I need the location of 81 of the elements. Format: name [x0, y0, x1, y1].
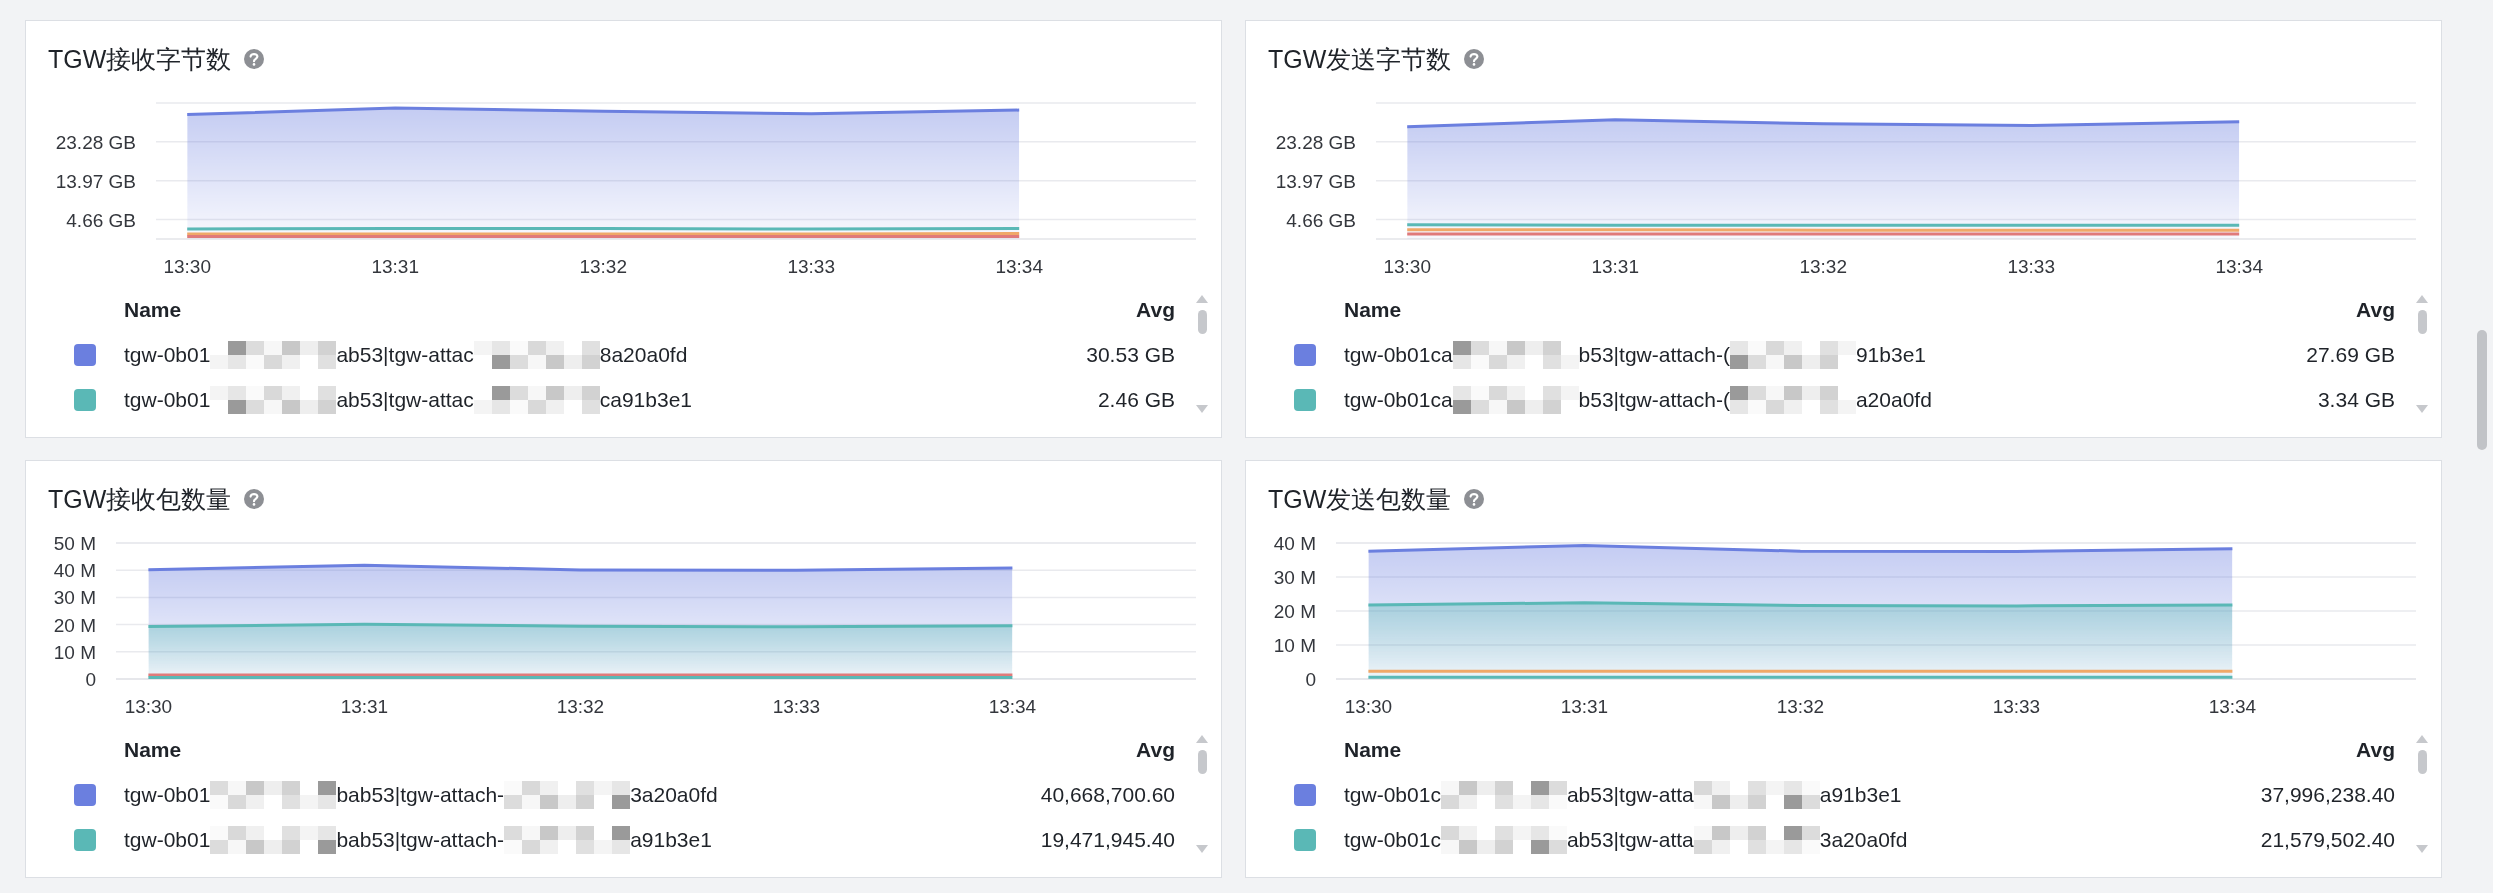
y-axis-label: 20 M: [53, 614, 96, 636]
y-axis-label: 30 M: [1273, 567, 1316, 588]
panel-title: TGW发送字节数: [1268, 43, 1452, 75]
x-axis-label: 13:34: [995, 256, 1043, 277]
x-axis-label: 13:34: [2215, 256, 2263, 277]
avg-value: 19,471,945.40: [1040, 827, 1175, 852]
x-axis-label: 13:30: [1383, 256, 1431, 277]
avg-value: 37,996,238.40: [2260, 782, 2395, 807]
x-axis-label: 13:32: [556, 696, 605, 717]
series-name: ab53|tgw-atta: [1566, 827, 1694, 852]
series-name: tgw-0b01: [124, 827, 211, 852]
series-name: 91b3e1: [1855, 342, 1926, 367]
x-axis-label: 13:30: [1344, 696, 1393, 717]
y-axis-label: 0: [85, 669, 96, 690]
column-header: Name: [124, 738, 183, 762]
series-name: tgw-0b01ca: [1344, 342, 1453, 367]
series-name: tgw-0b01c: [1344, 827, 1441, 852]
series-name: 8a20a0fd: [599, 342, 688, 367]
series-name: tgw-0b01c: [1344, 782, 1441, 807]
series-name: ab53|tgw-attac: [336, 387, 474, 412]
y-axis-label: 4.66 GB: [1286, 209, 1356, 231]
y-axis-label: 13.97 GB: [55, 170, 136, 192]
x-axis-label: 13:31: [1560, 696, 1609, 717]
x-axis-label: 13:33: [2007, 256, 2055, 277]
series-name: tgw-0b01ca: [1344, 387, 1453, 412]
x-axis-label: 13:33: [772, 696, 821, 717]
panel-title: TGW接收包数量: [48, 483, 232, 515]
series-name: a91b3e1: [1819, 782, 1902, 807]
y-axis-label: 23.28 GB: [55, 131, 136, 153]
y-axis-label: 10 M: [1273, 635, 1316, 656]
series-name: tgw-0b01: [124, 342, 211, 367]
column-header: Name: [1344, 738, 1403, 762]
x-axis-label: 13:33: [1992, 696, 2041, 717]
column-header: Name: [124, 298, 183, 322]
x-axis-label: 13:30: [124, 696, 173, 717]
series-name: ab53|tgw-atta: [1566, 782, 1694, 807]
x-axis-label: 13:32: [1799, 256, 1847, 277]
y-axis-label: 4.66 GB: [66, 209, 136, 231]
series-name: b53|tgw-attach-(: [1578, 387, 1730, 412]
x-axis-label: 13:31: [340, 696, 389, 717]
x-axis-label: 13:33: [787, 256, 835, 277]
y-axis-label: 30 M: [53, 587, 96, 609]
y-axis-label: 50 M: [53, 533, 96, 554]
x-axis-label: 13:31: [371, 256, 419, 277]
panel-title: TGW发送包数量: [1268, 483, 1452, 515]
avg-value: 2.46 GB: [1097, 387, 1175, 412]
y-axis-label: 13.97 GB: [1275, 170, 1356, 192]
avg-value: 3.34 GB: [2317, 387, 2395, 412]
x-axis-label: 13:32: [579, 256, 627, 277]
y-axis-label: 23.28 GB: [1275, 131, 1356, 153]
series-name: bab53|tgw-attach-: [336, 827, 505, 852]
y-axis-label: 0: [1305, 669, 1316, 690]
column-header: Avg: [2356, 298, 2395, 322]
x-axis-label: 13:31: [1591, 256, 1639, 277]
avg-value: 30.53 GB: [1086, 342, 1175, 367]
x-axis-label: 13:30: [163, 256, 211, 277]
series-name: a91b3e1: [630, 827, 712, 852]
column-header: Avg: [1136, 738, 1175, 762]
series-name: 3a20a0fd: [1819, 827, 1908, 852]
series-name: tgw-0b01: [124, 387, 211, 412]
avg-value: 21,579,502.40: [2260, 827, 2395, 852]
series-name: ab53|tgw-attac: [336, 342, 474, 367]
column-header: Name: [1344, 298, 1403, 322]
y-axis-label: 10 M: [53, 641, 96, 663]
x-axis-label: 13:34: [988, 696, 1037, 717]
y-axis-label: 20 M: [1273, 601, 1316, 622]
series-name: ca91b3e1: [599, 387, 693, 412]
x-axis-label: 13:32: [1776, 696, 1825, 717]
panel-title: TGW接收字节数: [48, 43, 232, 75]
series-name: 3a20a0fd: [630, 782, 718, 807]
series-name: b53|tgw-attach-(: [1578, 342, 1730, 367]
column-header: Avg: [1136, 298, 1175, 322]
x-axis-label: 13:34: [2208, 696, 2257, 717]
series-name: a20a0fd: [1855, 387, 1932, 412]
column-header: Avg: [2356, 738, 2395, 762]
avg-value: 27.69 GB: [2306, 342, 2395, 367]
series-name: tgw-0b01: [124, 782, 211, 807]
avg-value: 40,668,700.60: [1040, 782, 1175, 807]
series-name: bab53|tgw-attach-: [336, 782, 505, 807]
y-axis-label: 40 M: [1273, 533, 1316, 554]
y-axis-label: 40 M: [53, 560, 96, 582]
